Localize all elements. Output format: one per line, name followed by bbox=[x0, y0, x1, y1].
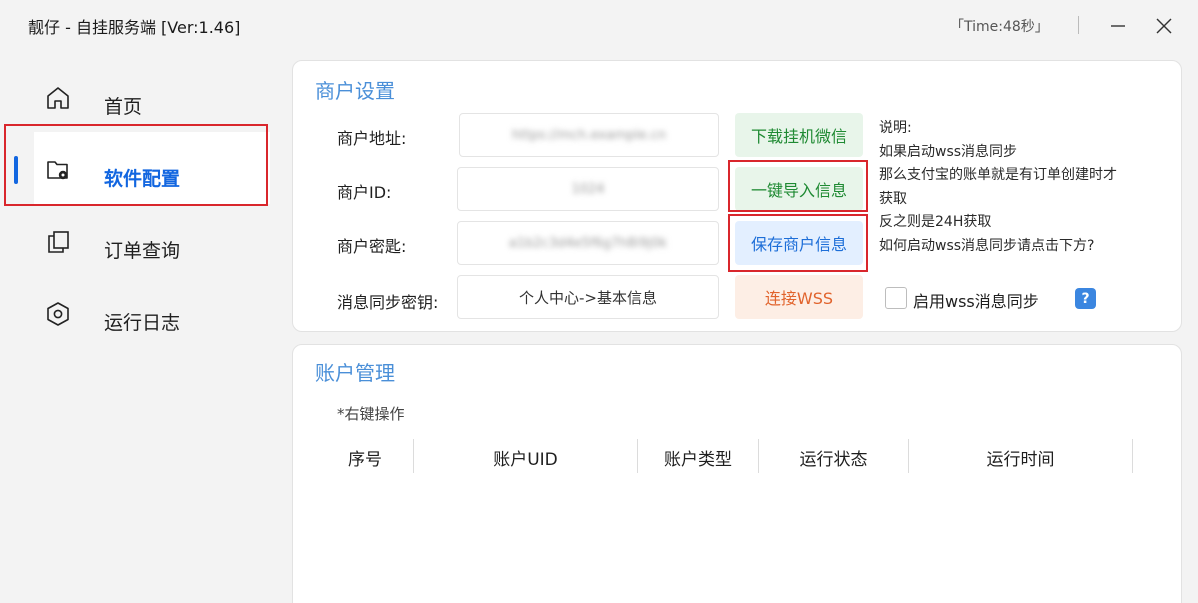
close-icon bbox=[1156, 18, 1172, 34]
folder-settings-icon bbox=[47, 161, 68, 180]
account-table-header: 序号 账户UID 账户类型 运行状态 运行时间 bbox=[317, 437, 1147, 477]
minimize-icon bbox=[1111, 25, 1125, 27]
note-line: 说明: bbox=[879, 120, 912, 136]
column-header-status[interactable]: 运行状态 bbox=[759, 437, 908, 477]
column-header-runtime[interactable]: 运行时间 bbox=[909, 437, 1132, 477]
sync-key-label: 消息同步密钥: bbox=[337, 293, 439, 312]
home-icon bbox=[47, 87, 69, 109]
import-info-button[interactable]: 一键导入信息 bbox=[735, 167, 863, 211]
note-line: 那么支付宝的账单就是有订单创建时才 bbox=[879, 167, 1117, 183]
merchant-key-field[interactable]: a1b2c3d4e5f6g7h8i9j0k bbox=[457, 221, 719, 265]
title-separator bbox=[1078, 16, 1079, 34]
instructions-note: 说明: 如果启动wss消息同步 那么支付宝的账单就是有订单创建时才 获取 反之则… bbox=[879, 117, 1179, 258]
connect-wss-button[interactable]: 连接WSS bbox=[735, 275, 863, 319]
sync-key-placeholder: 个人中心->基本信息 bbox=[519, 288, 657, 307]
wss-sync-label: 启用wss消息同步 bbox=[913, 292, 1039, 311]
sidebar-item-label: 运行日志 bbox=[104, 312, 181, 334]
minimize-button[interactable] bbox=[1100, 10, 1136, 42]
column-header-type[interactable]: 账户类型 bbox=[638, 437, 758, 477]
sidebar: 首页 软件配置 订单查询 运行日志 bbox=[0, 52, 286, 603]
sidebar-item-home[interactable]: 首页 bbox=[0, 60, 270, 132]
column-header-index[interactable]: 序号 bbox=[317, 437, 413, 477]
note-line: 获取 bbox=[879, 190, 907, 207]
merchant-address-label: 商户地址: bbox=[337, 129, 407, 148]
download-wechat-button[interactable]: 下载挂机微信 bbox=[735, 113, 863, 157]
close-button[interactable] bbox=[1146, 10, 1182, 42]
merchant-settings-panel: 商户设置 商户地址: https://mch.example.cn 商户ID: … bbox=[292, 60, 1182, 332]
save-merchant-button[interactable]: 保存商户信息 bbox=[735, 221, 863, 265]
timer-readout: 「Time:48秒」 bbox=[950, 19, 1049, 35]
account-management-panel: 账户管理 *右键操作 序号 账户UID 账户类型 运行状态 运行时间 bbox=[292, 344, 1182, 603]
sidebar-item-label: 首页 bbox=[104, 96, 143, 118]
hexagon-icon bbox=[47, 302, 69, 326]
copy-icon bbox=[48, 231, 69, 253]
wss-sync-checkbox[interactable] bbox=[885, 287, 907, 309]
sync-key-field[interactable]: 个人中心->基本信息 bbox=[457, 275, 719, 319]
merchant-address-field[interactable]: https://mch.example.cn bbox=[459, 113, 719, 157]
sidebar-item-software-config[interactable]: 软件配置 bbox=[0, 132, 270, 204]
sidebar-item-run-log[interactable]: 运行日志 bbox=[0, 276, 270, 348]
note-line: 如何启动wss消息同步请点击下方? bbox=[879, 237, 1095, 254]
panel-title: 商户设置 bbox=[315, 79, 395, 103]
merchant-address-value: https://mch.example.cn bbox=[511, 127, 667, 143]
sidebar-item-label: 软件配置 bbox=[104, 168, 181, 190]
note-line: 反之则是24H获取 bbox=[879, 214, 992, 230]
window-title: 靓仔 - 自挂服务端 [Ver:1.46] bbox=[28, 18, 241, 37]
merchant-key-label: 商户密匙: bbox=[337, 237, 407, 256]
sidebar-item-order-query[interactable]: 订单查询 bbox=[0, 204, 270, 276]
merchant-id-value: 1024 bbox=[571, 181, 605, 197]
column-separator bbox=[1132, 439, 1133, 473]
column-header-uid[interactable]: 账户UID bbox=[414, 437, 637, 477]
merchant-key-value: a1b2c3d4e5f6g7h8i9j0k bbox=[508, 235, 668, 251]
right-click-hint: *右键操作 bbox=[337, 405, 405, 423]
active-indicator bbox=[14, 156, 18, 184]
panel-title: 账户管理 bbox=[315, 361, 395, 385]
title-bar: 靓仔 - 自挂服务端 [Ver:1.46] 「Time:48秒」 bbox=[0, 0, 1198, 52]
sidebar-item-label: 订单查询 bbox=[104, 240, 181, 262]
note-line: 如果启动wss消息同步 bbox=[879, 143, 1018, 160]
merchant-id-field[interactable]: 1024 bbox=[457, 167, 719, 211]
merchant-id-label: 商户ID: bbox=[337, 183, 392, 202]
help-icon[interactable]: ? bbox=[1075, 288, 1096, 309]
